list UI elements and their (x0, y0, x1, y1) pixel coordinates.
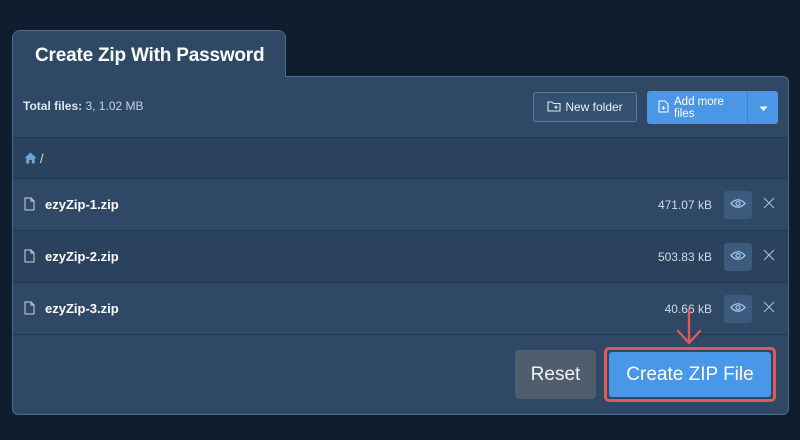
file-name: ezyZip-3.zip (45, 301, 119, 316)
close-icon (763, 300, 775, 318)
reset-button[interactable]: Reset (515, 350, 596, 399)
file-add-icon (658, 99, 669, 116)
home-icon[interactable] (24, 152, 37, 164)
total-files-label: Total files: (23, 99, 83, 113)
arrow-down-icon (668, 308, 710, 348)
file-panel: Total files: 3, 1.02 MB New folder Add m… (12, 76, 789, 415)
file-icon (24, 301, 35, 320)
toolbar: Total files: 3, 1.02 MB New folder Add m… (13, 77, 788, 138)
eye-icon (730, 248, 746, 266)
file-icon (24, 197, 35, 216)
page-title: Create Zip With Password (35, 45, 265, 66)
file-name: ezyZip-2.zip (45, 249, 119, 264)
file-name: ezyZip-1.zip (45, 197, 119, 212)
file-size: 471.07 kB (657, 198, 712, 212)
add-more-files-button[interactable]: Add more files (647, 91, 778, 124)
tab-create-zip-with-password[interactable]: Create Zip With Password (12, 30, 286, 76)
file-row: ezyZip-2.zip 503.83 kB (13, 231, 788, 283)
preview-button[interactable] (724, 191, 752, 219)
file-row: ezyZip-1.zip 471.07 kB (13, 179, 788, 231)
preview-button[interactable] (724, 295, 752, 323)
folder-add-icon (547, 100, 561, 115)
close-icon (763, 248, 775, 266)
breadcrumb: / (13, 138, 788, 179)
caret-down-icon (759, 99, 768, 117)
file-icon (24, 249, 35, 268)
eye-icon (730, 196, 746, 214)
new-folder-button[interactable]: New folder (533, 92, 637, 122)
total-files-value: 3, 1.02 MB (85, 99, 144, 113)
new-folder-label: New folder (565, 100, 623, 114)
total-files: Total files: 3, 1.02 MB (23, 99, 144, 113)
remove-file-button[interactable] (760, 300, 778, 318)
tab-joiner (13, 75, 285, 78)
remove-file-button[interactable] (760, 196, 778, 214)
breadcrumb-separator: / (40, 150, 44, 166)
remove-file-button[interactable] (760, 248, 778, 266)
create-zip-button-label: Create ZIP File (609, 352, 771, 397)
add-more-files-main[interactable]: Add more files (647, 91, 747, 124)
eye-icon (730, 300, 746, 318)
file-size: 503.83 kB (657, 250, 712, 264)
close-icon (763, 196, 775, 214)
preview-button[interactable] (724, 243, 752, 271)
add-files-dropdown-toggle[interactable] (748, 91, 778, 124)
add-more-files-label: Add more files (674, 95, 724, 120)
create-zip-button[interactable]: Create ZIP File (604, 347, 776, 402)
